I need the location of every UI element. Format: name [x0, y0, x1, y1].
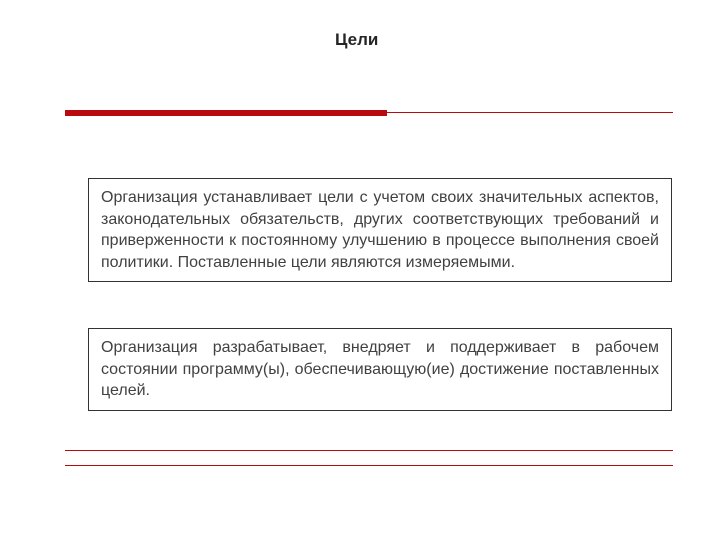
content-box-2: Организация разрабатывает, внедряет и по…: [88, 328, 672, 411]
page-title: Цели: [335, 30, 395, 50]
content-box-1-text: Организация устанавливает цели с учетом …: [101, 189, 659, 271]
footer-line-top: [65, 450, 673, 451]
divider-thin: [387, 112, 673, 113]
divider-thick: [65, 110, 387, 116]
slide: Цели Организация устанавливает цели с уч…: [0, 0, 720, 540]
content-box-2-text: Организация разрабатывает, внедряет и по…: [101, 339, 659, 399]
title-divider: [65, 110, 673, 116]
content-box-1: Организация устанавливает цели с учетом …: [88, 178, 672, 282]
footer-line-bottom: [65, 465, 673, 466]
